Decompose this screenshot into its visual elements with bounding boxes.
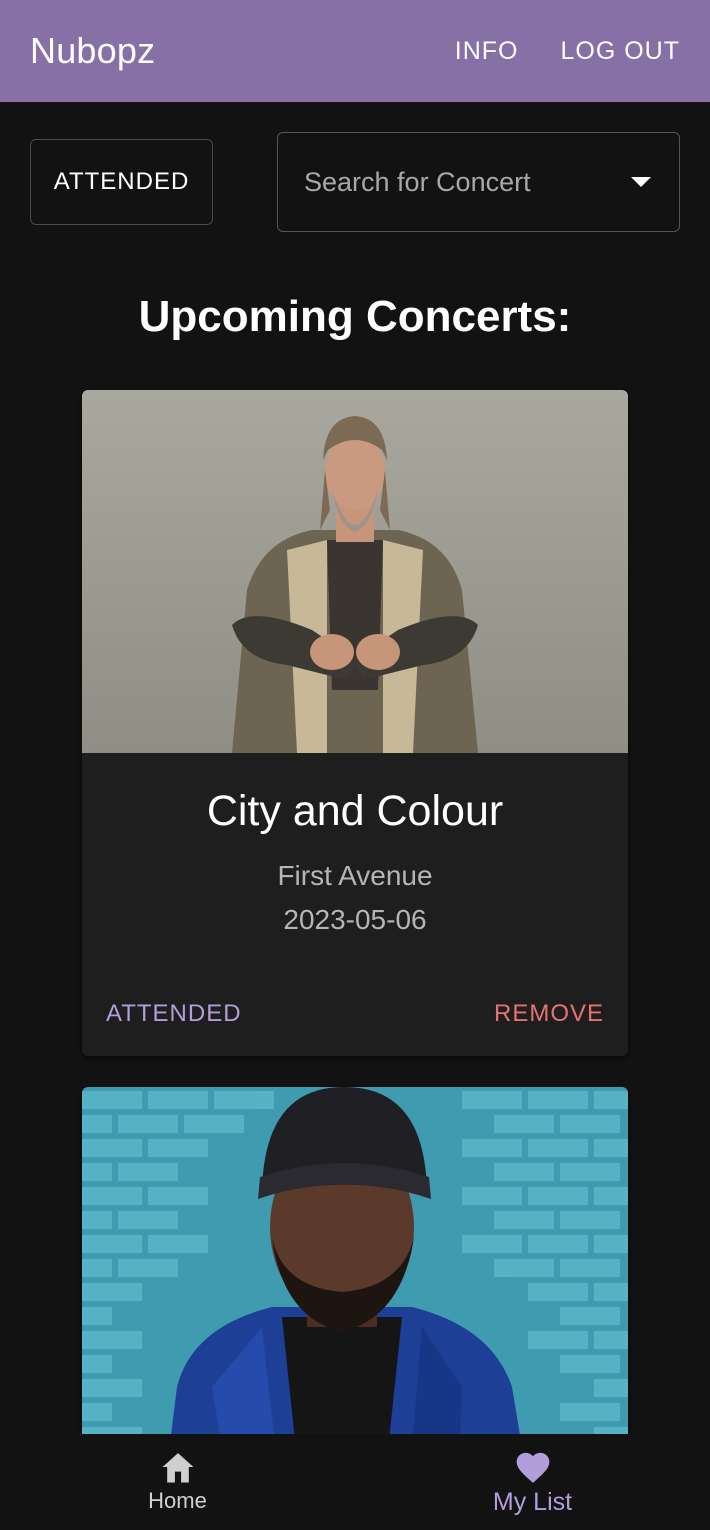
concert-artist: City and Colour bbox=[206, 787, 504, 835]
logout-button[interactable]: LOG OUT bbox=[560, 37, 680, 66]
attended-filter-button[interactable]: ATTENDED bbox=[30, 139, 213, 225]
section-title: Upcoming Concerts: bbox=[138, 292, 572, 341]
concert-card: City and Colour First Avenue 2023-05-06 … bbox=[82, 390, 628, 1056]
bottom-nav-home-label: Home bbox=[148, 1488, 207, 1513]
bottom-nav-my-list-label: My List bbox=[492, 1487, 573, 1516]
mark-attended-button[interactable]: ATTENDED bbox=[106, 1000, 242, 1028]
artist-photo bbox=[82, 390, 628, 753]
artist-photo-image bbox=[82, 390, 628, 753]
heart-icon bbox=[516, 1452, 549, 1483]
bottom-nav-home[interactable]: Home bbox=[0, 1434, 355, 1530]
home-icon bbox=[162, 1453, 193, 1483]
bottom-nav-my-list[interactable]: My List bbox=[355, 1434, 710, 1530]
app-root: Nubopz INFO LOG OUT ATTENDED Search for … bbox=[0, 0, 710, 1530]
chevron-down-icon[interactable] bbox=[631, 177, 651, 187]
concert-venue: First Avenue bbox=[277, 860, 433, 891]
brand-title[interactable]: Nubopz bbox=[30, 30, 155, 72]
bottom-navigation: Home My List bbox=[0, 1434, 710, 1530]
remove-button[interactable]: REMOVE bbox=[494, 1000, 604, 1028]
top-app-bar: Nubopz INFO LOG OUT bbox=[0, 0, 710, 102]
info-button[interactable]: INFO bbox=[455, 37, 519, 66]
card-content: City and Colour First Avenue 2023-05-06 bbox=[82, 753, 628, 936]
card-actions: ATTENDED REMOVE bbox=[82, 1000, 628, 1028]
concert-date: 2023-05-06 bbox=[283, 904, 427, 935]
search-placeholder: Search for Concert bbox=[304, 166, 531, 197]
concert-search-select[interactable]: Search for Concert bbox=[277, 132, 680, 232]
